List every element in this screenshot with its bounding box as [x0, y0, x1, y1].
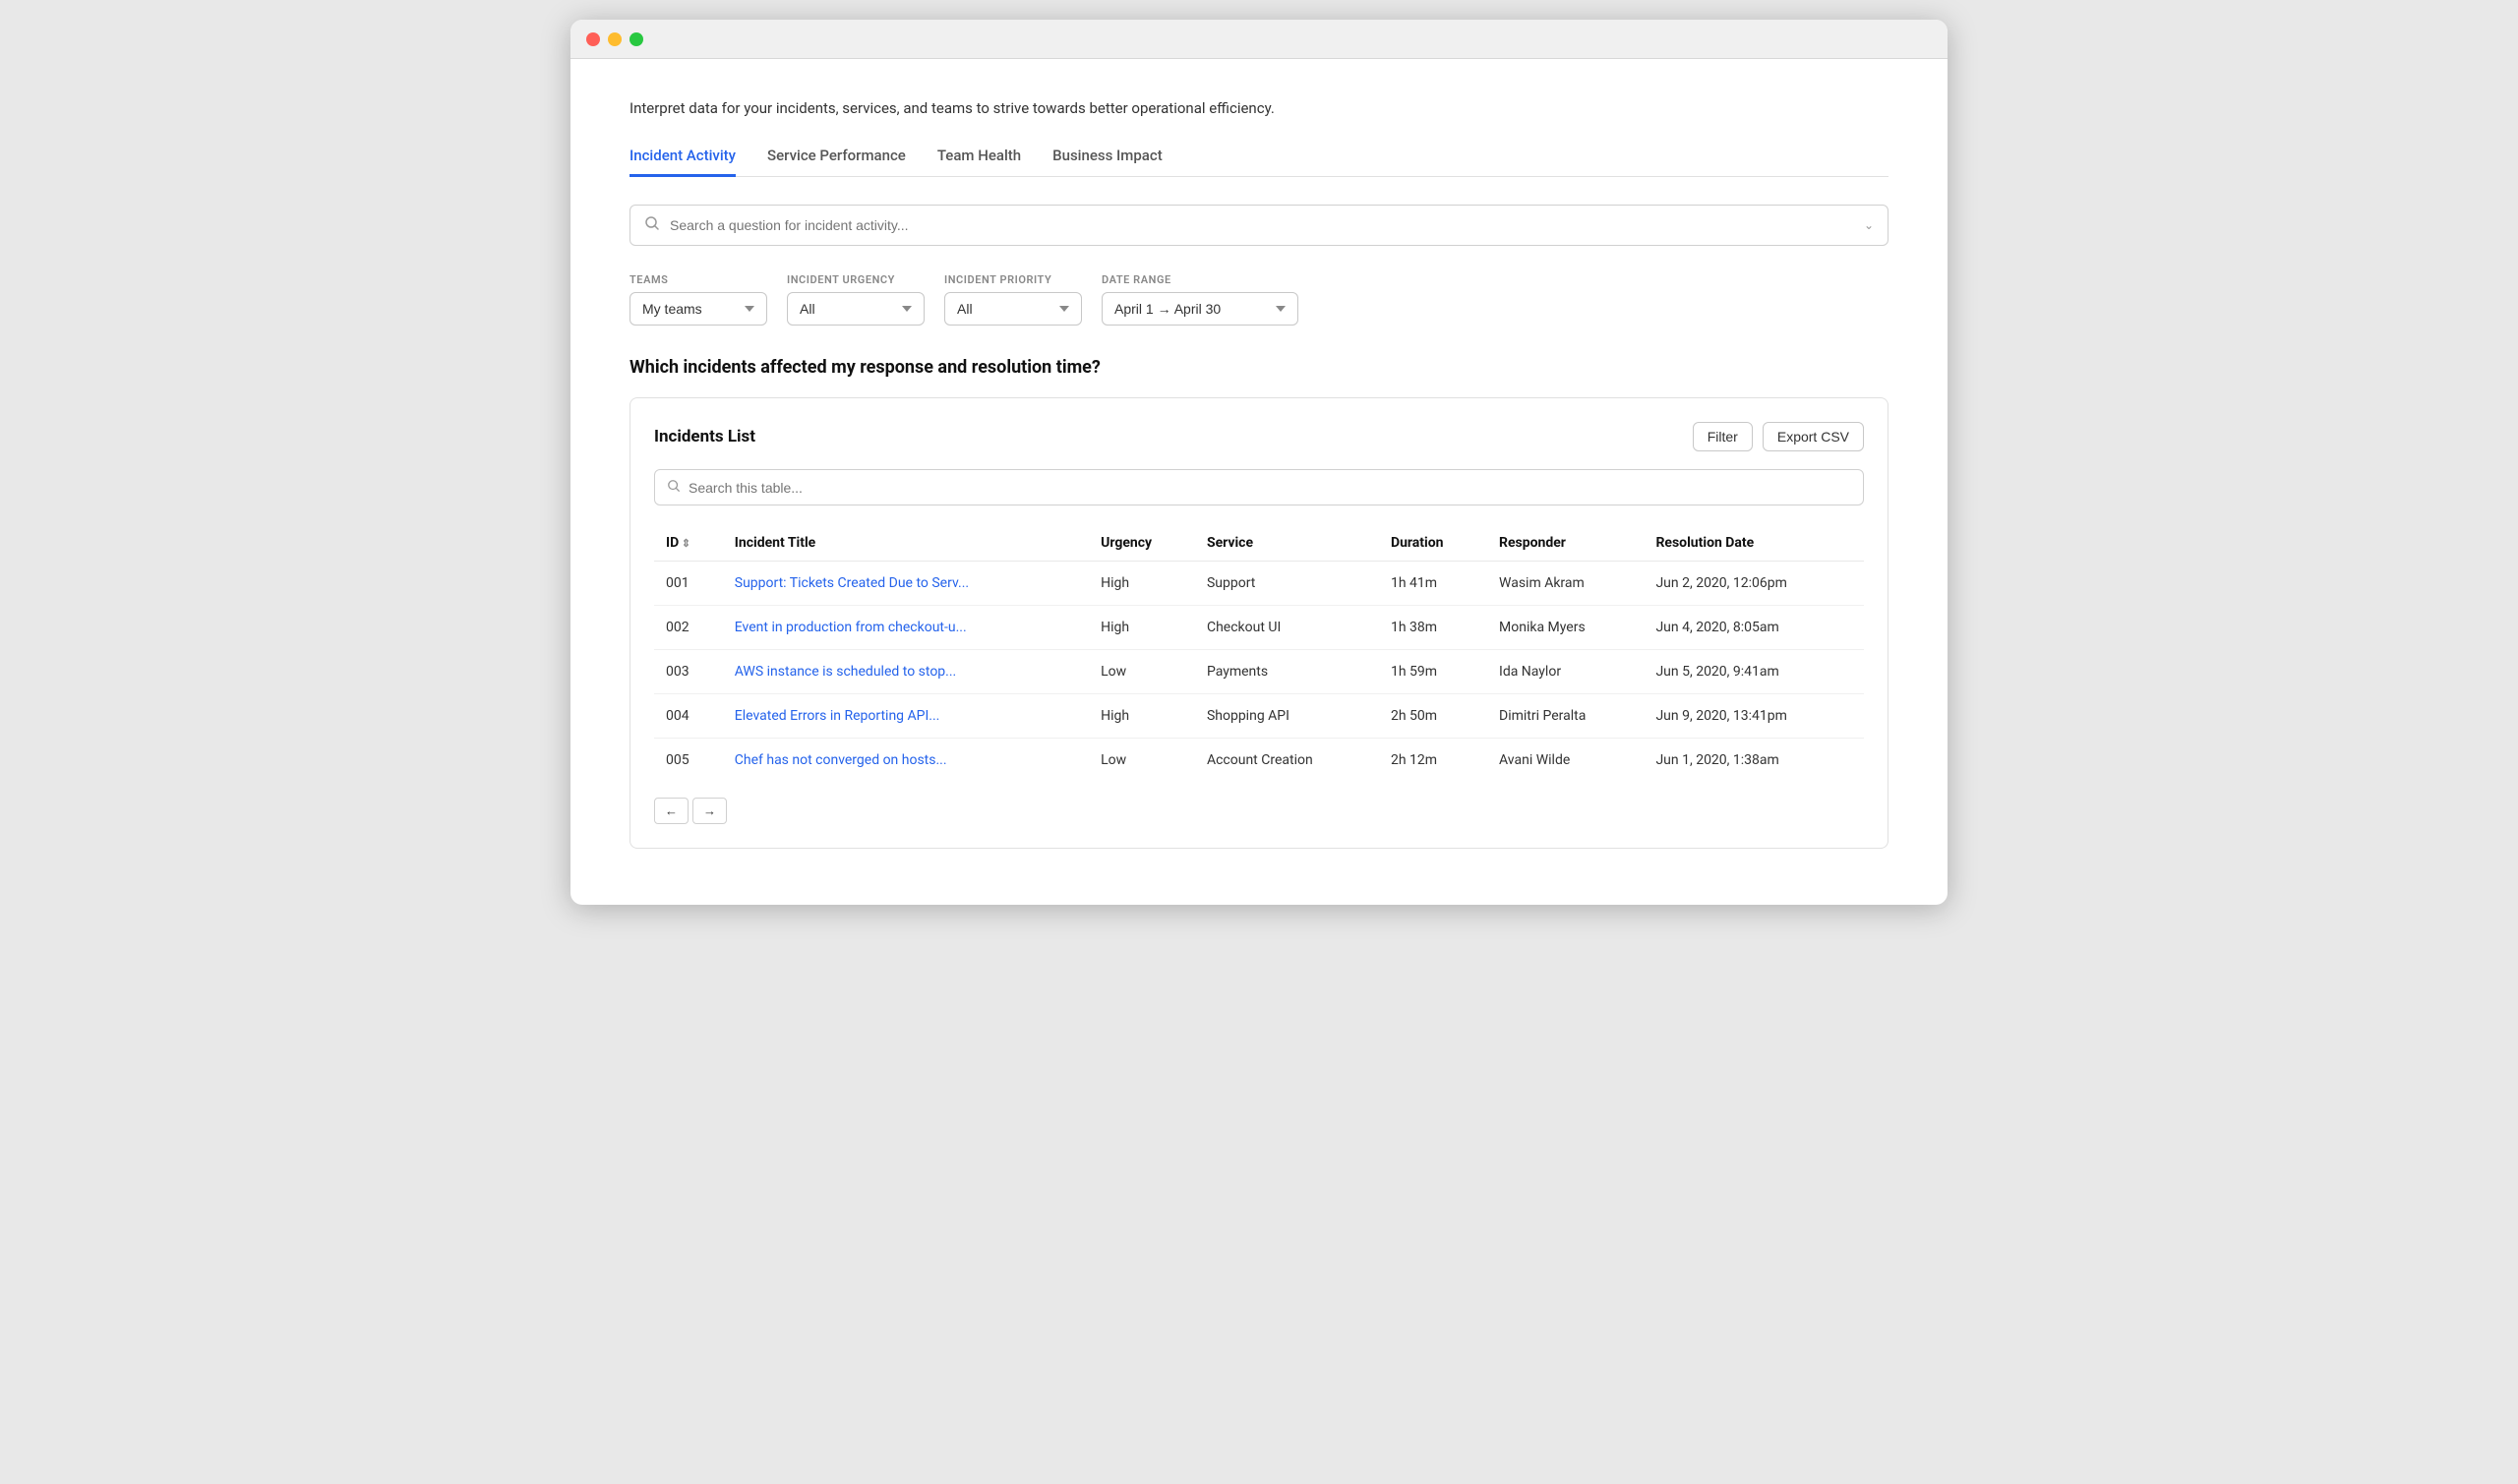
tab-service-performance[interactable]: Service Performance — [767, 147, 906, 177]
priority-select[interactable]: All P1 P2 P3 — [944, 292, 1082, 326]
traffic-lights — [586, 32, 643, 46]
pagination-next[interactable]: → — [692, 798, 727, 824]
table-header: ID Incident Title Urgency Service Durati… — [654, 525, 1864, 562]
date-range-filter-label: DATE RANGE — [1102, 273, 1298, 286]
cell-title[interactable]: AWS instance is scheduled to stop... — [723, 650, 1089, 694]
cell-responder: Ida Naylor — [1487, 650, 1644, 694]
question-search-input[interactable] — [670, 217, 1864, 233]
cell-duration: 1h 59m — [1379, 650, 1487, 694]
col-header-id[interactable]: ID — [654, 525, 723, 562]
cell-responder: Monika Myers — [1487, 606, 1644, 650]
maximize-button[interactable] — [630, 32, 643, 46]
cell-service: Shopping API — [1195, 694, 1379, 739]
cell-id: 001 — [654, 562, 723, 606]
table-row: 002 Event in production from checkout-u.… — [654, 606, 1864, 650]
cell-id: 004 — [654, 694, 723, 739]
tabs-nav: Incident Activity Service Performance Te… — [630, 147, 1888, 177]
cell-resolution-date: Jun 2, 2020, 12:06pm — [1644, 562, 1864, 606]
col-header-urgency: Urgency — [1089, 525, 1195, 562]
teams-filter-label: TEAMS — [630, 273, 767, 286]
card-title: Incidents List — [654, 427, 755, 446]
pagination: ← → — [654, 798, 1864, 824]
section-title: Which incidents affected my response and… — [630, 357, 1888, 378]
table-search-bar[interactable] — [654, 469, 1864, 505]
col-header-responder: Responder — [1487, 525, 1644, 562]
cell-title[interactable]: Support: Tickets Created Due to Serv... — [723, 562, 1089, 606]
col-header-duration: Duration — [1379, 525, 1487, 562]
teams-select[interactable]: My teams All teams — [630, 292, 767, 326]
col-header-resolution-date: Resolution Date — [1644, 525, 1864, 562]
cell-duration: 1h 41m — [1379, 562, 1487, 606]
export-csv-button[interactable]: Export CSV — [1763, 422, 1864, 451]
table-search-input[interactable] — [689, 480, 1851, 496]
cell-title[interactable]: Chef has not converged on hosts... — [723, 739, 1089, 783]
table-row: 001 Support: Tickets Created Due to Serv… — [654, 562, 1864, 606]
date-range-filter: DATE RANGE April 1 → April 30 Last 7 day… — [1102, 273, 1298, 326]
col-header-service: Service — [1195, 525, 1379, 562]
cell-id: 003 — [654, 650, 723, 694]
cell-service: Checkout UI — [1195, 606, 1379, 650]
card-actions: Filter Export CSV — [1693, 422, 1864, 451]
col-header-title: Incident Title — [723, 525, 1089, 562]
card-header: Incidents List Filter Export CSV — [654, 422, 1864, 451]
page-subtitle: Interpret data for your incidents, servi… — [630, 98, 1888, 119]
tab-incident-activity[interactable]: Incident Activity — [630, 147, 736, 177]
incidents-list-card: Incidents List Filter Export CSV — [630, 397, 1888, 849]
cell-responder: Wasim Akram — [1487, 562, 1644, 606]
cell-urgency: Low — [1089, 739, 1195, 783]
filters-row: TEAMS My teams All teams INCIDENT URGENC… — [630, 273, 1888, 326]
urgency-filter-label: INCIDENT URGENCY — [787, 273, 925, 286]
search-icon — [644, 215, 660, 235]
urgency-filter: INCIDENT URGENCY All High Low Medium — [787, 273, 925, 326]
priority-filter: INCIDENT PRIORITY All P1 P2 P3 — [944, 273, 1082, 326]
chevron-down-icon: ⌄ — [1864, 218, 1874, 232]
cell-resolution-date: Jun 9, 2020, 13:41pm — [1644, 694, 1864, 739]
cell-duration: 2h 50m — [1379, 694, 1487, 739]
pagination-prev[interactable]: ← — [654, 798, 689, 824]
table-row: 005 Chef has not converged on hosts... L… — [654, 739, 1864, 783]
cell-urgency: High — [1089, 606, 1195, 650]
question-search-bar[interactable]: ⌄ — [630, 205, 1888, 246]
cell-responder: Dimitri Peralta — [1487, 694, 1644, 739]
date-range-select[interactable]: April 1 → April 30 Last 7 days Last 30 d… — [1102, 292, 1298, 326]
close-button[interactable] — [586, 32, 600, 46]
cell-urgency: Low — [1089, 650, 1195, 694]
table-row: 004 Elevated Errors in Reporting API... … — [654, 694, 1864, 739]
tab-team-health[interactable]: Team Health — [937, 147, 1021, 177]
minimize-button[interactable] — [608, 32, 622, 46]
priority-filter-label: INCIDENT PRIORITY — [944, 273, 1082, 286]
cell-duration: 2h 12m — [1379, 739, 1487, 783]
cell-id: 005 — [654, 739, 723, 783]
cell-duration: 1h 38m — [1379, 606, 1487, 650]
cell-service: Account Creation — [1195, 739, 1379, 783]
table-row: 003 AWS instance is scheduled to stop...… — [654, 650, 1864, 694]
table-search-icon — [667, 478, 681, 497]
urgency-select[interactable]: All High Low Medium — [787, 292, 925, 326]
cell-resolution-date: Jun 5, 2020, 9:41am — [1644, 650, 1864, 694]
cell-title[interactable]: Event in production from checkout-u... — [723, 606, 1089, 650]
cell-service: Support — [1195, 562, 1379, 606]
titlebar — [570, 20, 1948, 59]
cell-urgency: High — [1089, 562, 1195, 606]
cell-resolution-date: Jun 4, 2020, 8:05am — [1644, 606, 1864, 650]
cell-service: Payments — [1195, 650, 1379, 694]
filter-button[interactable]: Filter — [1693, 422, 1753, 451]
cell-responder: Avani Wilde — [1487, 739, 1644, 783]
cell-id: 002 — [654, 606, 723, 650]
incidents-table: ID Incident Title Urgency Service Durati… — [654, 525, 1864, 782]
cell-resolution-date: Jun 1, 2020, 1:38am — [1644, 739, 1864, 783]
table-body: 001 Support: Tickets Created Due to Serv… — [654, 562, 1864, 783]
cell-title[interactable]: Elevated Errors in Reporting API... — [723, 694, 1089, 739]
tab-business-impact[interactable]: Business Impact — [1052, 147, 1163, 177]
cell-urgency: High — [1089, 694, 1195, 739]
main-content: Interpret data for your incidents, servi… — [570, 59, 1948, 888]
teams-filter: TEAMS My teams All teams — [630, 273, 767, 326]
app-window: Interpret data for your incidents, servi… — [570, 20, 1948, 905]
